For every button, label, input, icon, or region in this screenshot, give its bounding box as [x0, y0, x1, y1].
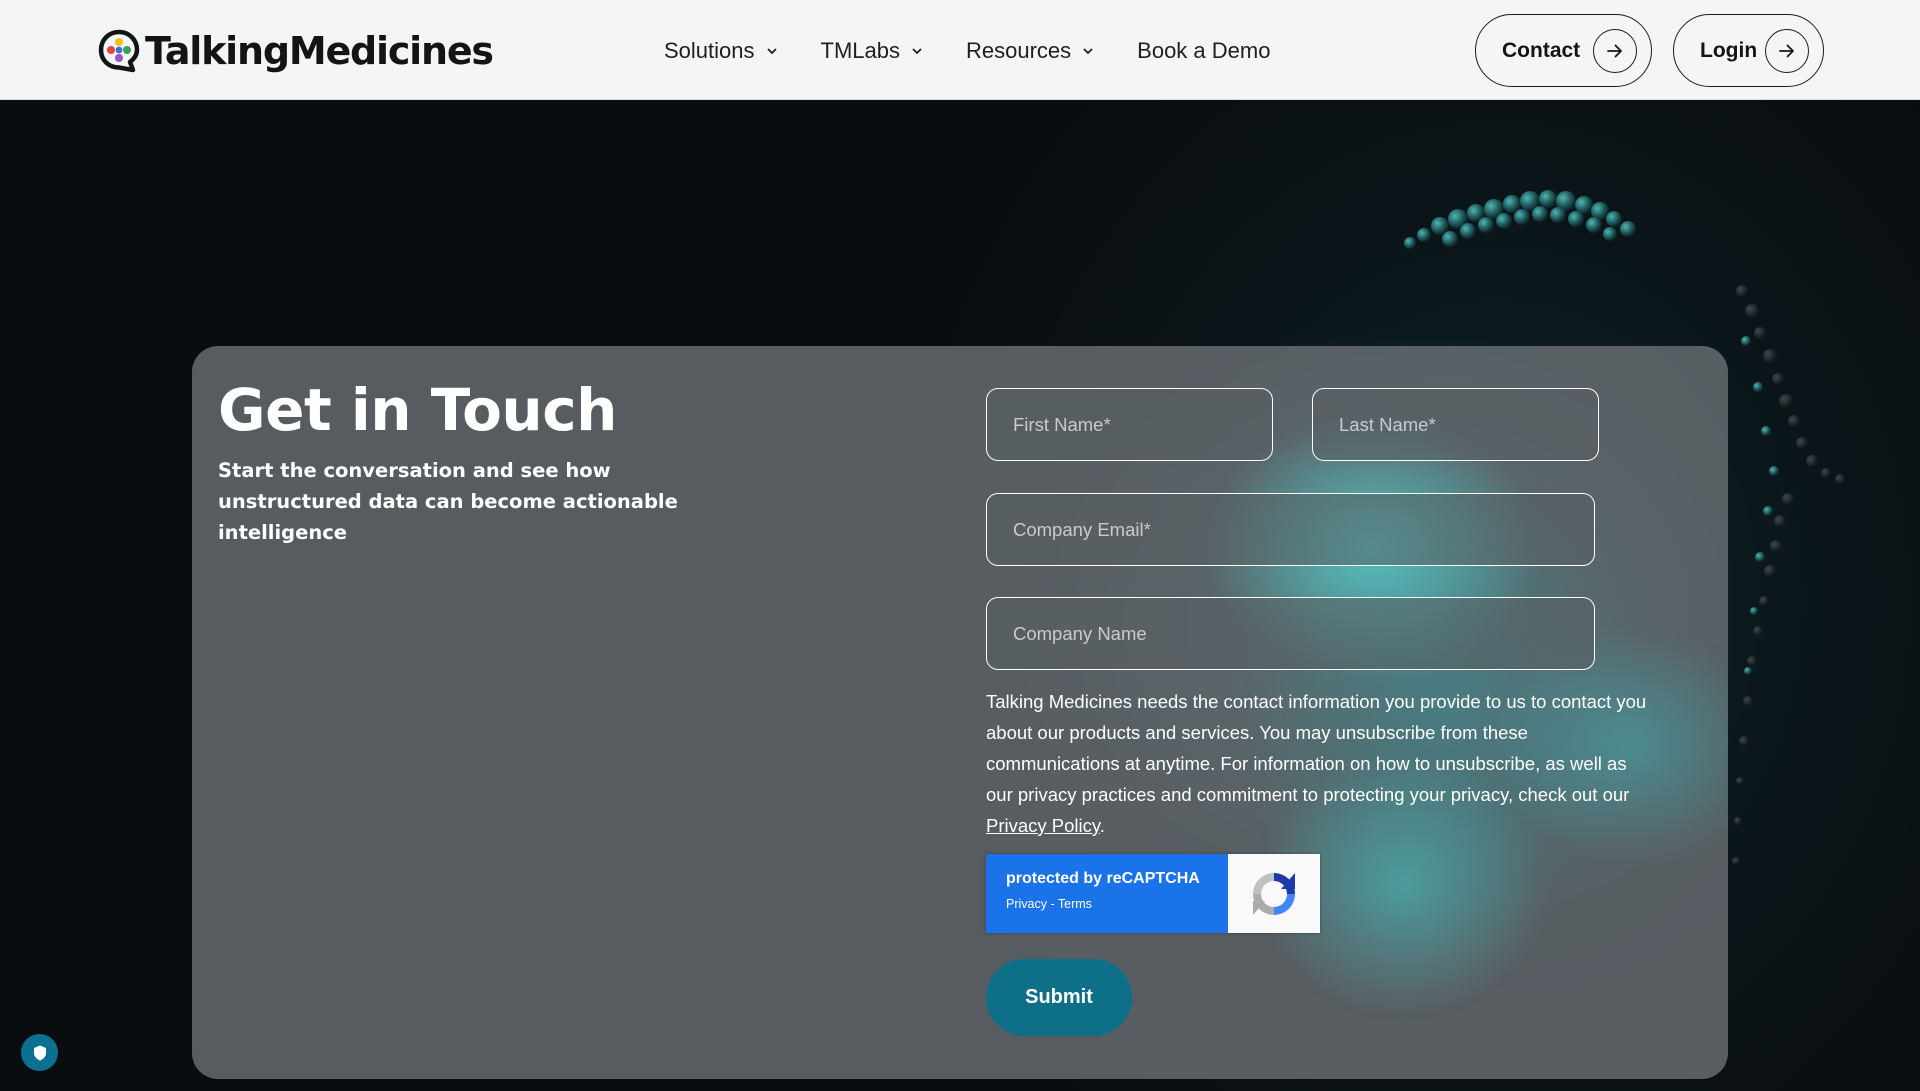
logo[interactable]: TalkingMedicines	[97, 27, 494, 75]
company-name-field[interactable]: Company Name	[986, 597, 1595, 670]
arrow-right-icon	[1593, 28, 1637, 73]
recaptcha-separator: -	[1046, 897, 1058, 911]
nav-tmlabs[interactable]: TMLabs	[821, 38, 924, 64]
page-title: Get in Touch	[218, 376, 617, 444]
chevron-down-icon	[912, 48, 922, 55]
company-email-field[interactable]: Company Email*	[986, 493, 1595, 566]
contact-form-card: Get in Touch Start the conversation and …	[192, 346, 1728, 1079]
contact-button[interactable]: Contact	[1475, 14, 1652, 87]
shield-icon	[33, 1045, 46, 1060]
nav-solutions-label: Solutions	[664, 38, 755, 63]
recaptcha-terms-link[interactable]: Terms	[1058, 897, 1092, 911]
recaptcha-text-panel: protected by reCAPTCHA Privacy - Terms	[986, 854, 1228, 933]
nav-tmlabs-label: TMLabs	[820, 38, 900, 63]
main-nav: Solutions TMLabs Resources Book a Demo	[664, 30, 1312, 72]
nav-solutions[interactable]: Solutions	[664, 38, 779, 64]
privacy-settings-button[interactable]	[21, 1034, 58, 1071]
nav-book-a-demo[interactable]: Book a Demo	[1137, 38, 1270, 64]
contact-button-label: Contact	[1502, 38, 1581, 62]
login-button-label: Login	[1700, 38, 1758, 62]
last-name-field[interactable]: Last Name*	[1312, 388, 1599, 461]
arrow-right-icon	[1765, 28, 1809, 73]
chevron-down-icon	[1083, 48, 1093, 55]
nav-resources[interactable]: Resources	[966, 38, 1095, 64]
privacy-policy-link[interactable]: Privacy Policy	[986, 815, 1100, 836]
recaptcha-badge[interactable]: protected by reCAPTCHA Privacy - Terms	[986, 854, 1320, 933]
logo-text: TalkingMedicines	[145, 29, 494, 73]
page-subtitle: Start the conversation and see how unstr…	[218, 459, 678, 544]
recaptcha-title: protected by reCAPTCHA	[1006, 870, 1200, 887]
consent-notice: Talking Medicines needs the contact info…	[986, 686, 1654, 841]
nav-resources-label: Resources	[966, 38, 1072, 63]
recaptcha-links: Privacy - Terms	[1006, 897, 1228, 911]
site-header: TalkingMedicines Solutions TMLabs Resour…	[0, 0, 1920, 100]
consent-end: .	[1099, 815, 1105, 836]
hero-section: Get in Touch Start the conversation and …	[0, 101, 1920, 1091]
submit-button[interactable]: Submit	[986, 959, 1132, 1036]
login-button[interactable]: Login	[1673, 14, 1824, 87]
recaptcha-logo-icon	[1228, 854, 1320, 933]
first-name-field[interactable]: First Name*	[986, 388, 1273, 461]
nav-book-a-demo-label: Book a Demo	[1137, 38, 1271, 63]
consent-text: Talking Medicines needs the contact info…	[986, 691, 1647, 805]
talkingmedicines-logo-icon	[97, 29, 141, 73]
recaptcha-privacy-link[interactable]: Privacy	[1006, 897, 1047, 911]
chevron-down-icon	[766, 48, 777, 55]
